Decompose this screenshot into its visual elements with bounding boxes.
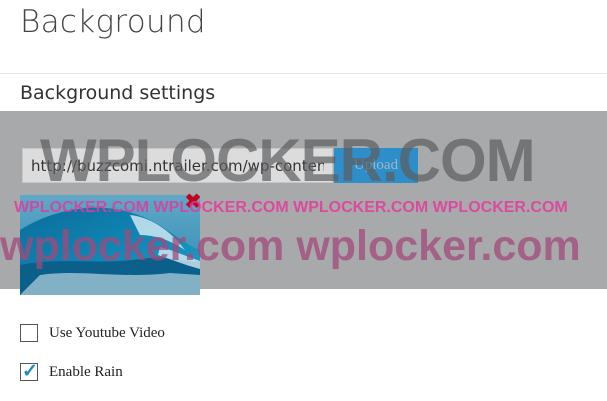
page-title: Background [20, 4, 206, 40]
checkmark-icon: ✓ [22, 361, 38, 382]
remove-image-icon[interactable]: ✖ [184, 192, 202, 212]
enable-rain-checkbox[interactable]: ✓ [20, 361, 38, 382]
title-divider [0, 73, 607, 74]
section-heading: Background settings [20, 82, 216, 104]
youtube-video-checkbox[interactable] [20, 324, 38, 342]
background-preview-image [20, 195, 200, 295]
upload-button[interactable]: Upload [334, 148, 418, 183]
option-label: Use Youtube Video [49, 324, 165, 341]
background-url-input[interactable] [22, 148, 333, 183]
option-use-youtube-video[interactable]: Use Youtube Video [20, 323, 165, 343]
option-enable-rain[interactable]: ✓ Enable Rain [20, 361, 123, 382]
option-label: Enable Rain [49, 363, 123, 380]
